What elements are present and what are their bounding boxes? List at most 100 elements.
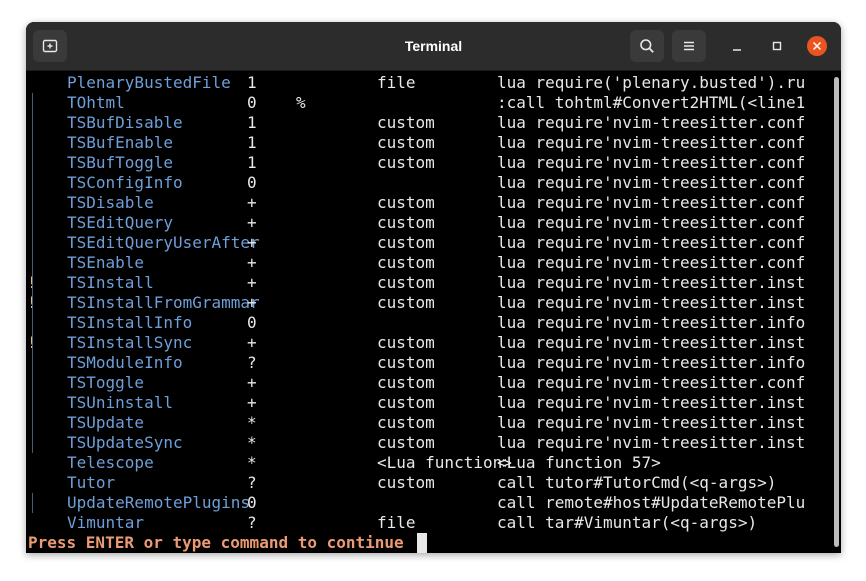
command-name: Vimuntar <box>67 513 145 532</box>
command-name: Tutor <box>67 473 116 492</box>
search-icon <box>640 39 654 53</box>
command-definition: lua require'nvim-treesitter.conf <box>497 113 806 132</box>
command-name: TSEditQueryUserAfter <box>67 233 260 252</box>
buffer-local-marker <box>32 493 33 513</box>
buffer-local-marker <box>32 193 33 213</box>
command-definition: lua require'nvim-treesitter.info <box>497 353 806 372</box>
command-definition: lua require'nvim-treesitter.inst <box>497 333 806 352</box>
terminal-cursor <box>417 533 427 553</box>
command-nargs: 1 <box>247 73 257 92</box>
command-nargs: + <box>247 293 257 312</box>
command-definition: lua require'nvim-treesitter.conf <box>497 233 806 252</box>
buffer-local-marker <box>32 293 33 313</box>
close-button[interactable] <box>807 36 827 56</box>
command-complete: custom <box>377 193 435 212</box>
command-name: PlenaryBustedFile <box>67 73 231 92</box>
command-name: TSInstall <box>67 273 154 292</box>
command-complete: custom <box>377 233 435 252</box>
buffer-local-marker <box>32 153 33 173</box>
buffer-local-marker <box>32 413 33 433</box>
command-nargs: 1 <box>247 113 257 132</box>
close-icon <box>812 41 822 51</box>
buffer-local-marker <box>32 213 33 233</box>
command-nargs: 0 <box>247 173 257 192</box>
search-button[interactable] <box>630 30 664 62</box>
command-definition: :call tohtml#Convert2HTML(<line1 <box>497 93 806 112</box>
minimize-icon <box>733 49 741 51</box>
command-name: UpdateRemotePlugins <box>67 493 251 512</box>
command-nargs: + <box>247 273 257 292</box>
command-nargs: * <box>247 413 257 432</box>
buffer-local-marker <box>32 233 33 253</box>
command-range: % <box>296 93 306 112</box>
minimize-button[interactable] <box>727 36 747 56</box>
command-nargs: 1 <box>247 133 257 152</box>
buffer-local-marker <box>32 313 33 333</box>
scrollbar-thumb[interactable] <box>834 77 839 547</box>
command-nargs: + <box>247 193 257 212</box>
command-definition: lua require'nvim-treesitter.info <box>497 313 806 332</box>
command-complete: custom <box>377 153 435 172</box>
command-name: TOhtml <box>67 93 125 112</box>
command-complete: file <box>377 73 416 92</box>
press-enter-prompt-line: Press ENTER or type command to continue <box>26 533 404 553</box>
command-complete: custom <box>377 373 435 392</box>
command-complete: custom <box>377 333 435 352</box>
title-bar: Terminal <box>26 22 841 71</box>
command-nargs: ? <box>247 473 257 492</box>
terminal-output[interactable]: Vimuntar? file call tar#Vimuntar(<q-args>)… <box>26 71 832 553</box>
buffer-local-marker <box>32 273 33 293</box>
command-nargs: 0 <box>247 93 257 112</box>
command-nargs: * <box>247 453 257 472</box>
command-name: TSEnable <box>67 253 145 272</box>
command-complete: custom <box>377 413 435 432</box>
command-name: TSBufToggle <box>67 153 173 172</box>
command-name: TSInstallFromGrammar <box>67 293 260 312</box>
command-nargs: + <box>247 213 257 232</box>
command-name: TSInstallInfo <box>67 313 193 332</box>
command-name: TSInstallSync <box>67 333 193 352</box>
buffer-local-marker <box>32 173 33 193</box>
command-name: TSModuleInfo <box>67 353 183 372</box>
command-name: TSUpdateSync <box>67 433 183 452</box>
command-definition: lua require'nvim-treesitter.conf <box>497 153 806 172</box>
command-complete: custom <box>377 433 435 452</box>
buffer-local-marker <box>32 353 33 373</box>
command-name: Telescope <box>67 453 154 472</box>
command-complete: custom <box>377 473 435 492</box>
command-definition: lua require'nvim-treesitter.inst <box>497 273 806 292</box>
command-complete: custom <box>377 273 435 292</box>
menu-button[interactable] <box>672 30 706 62</box>
command-nargs: + <box>247 373 257 392</box>
command-complete: custom <box>377 393 435 412</box>
terminal-scrollbar[interactable] <box>832 71 841 553</box>
maximize-button[interactable] <box>767 36 787 56</box>
command-nargs: ? <box>247 513 257 532</box>
command-definition: lua require'nvim-treesitter.inst <box>497 433 806 452</box>
window-title: Terminal <box>404 38 463 54</box>
command-complete: custom <box>377 353 435 372</box>
command-definition: lua require'nvim-treesitter.conf <box>497 193 806 212</box>
command-definition: lua require'nvim-treesitter.inst <box>497 393 806 412</box>
buffer-local-marker <box>32 393 33 413</box>
command-name: TSBufEnable <box>67 133 173 152</box>
command-nargs: 0 <box>247 493 257 512</box>
command-complete: custom <box>377 293 435 312</box>
command-nargs: + <box>247 253 257 272</box>
command-definition: lua require'nvim-treesitter.conf <box>497 373 806 392</box>
command-name: TSToggle <box>67 373 145 392</box>
command-complete: file <box>377 513 416 532</box>
command-definition: lua require'nvim-treesitter.conf <box>497 173 806 192</box>
command-definition: call remote#host#UpdateRemotePlu <box>497 493 806 512</box>
command-nargs: ? <box>247 353 257 372</box>
command-definition: lua require'nvim-treesitter.conf <box>497 213 806 232</box>
buffer-local-marker <box>32 373 33 393</box>
command-definition: lua require('plenary.busted').ru <box>497 73 806 92</box>
command-name: TSUpdate <box>67 413 145 432</box>
command-name: TSUninstall <box>67 393 173 412</box>
command-definition: call tar#Vimuntar(<q-args>) <box>497 513 758 532</box>
buffer-local-marker <box>32 133 33 153</box>
buffer-local-marker <box>32 93 33 113</box>
maximize-icon <box>772 41 782 51</box>
command-nargs: * <box>247 433 257 452</box>
